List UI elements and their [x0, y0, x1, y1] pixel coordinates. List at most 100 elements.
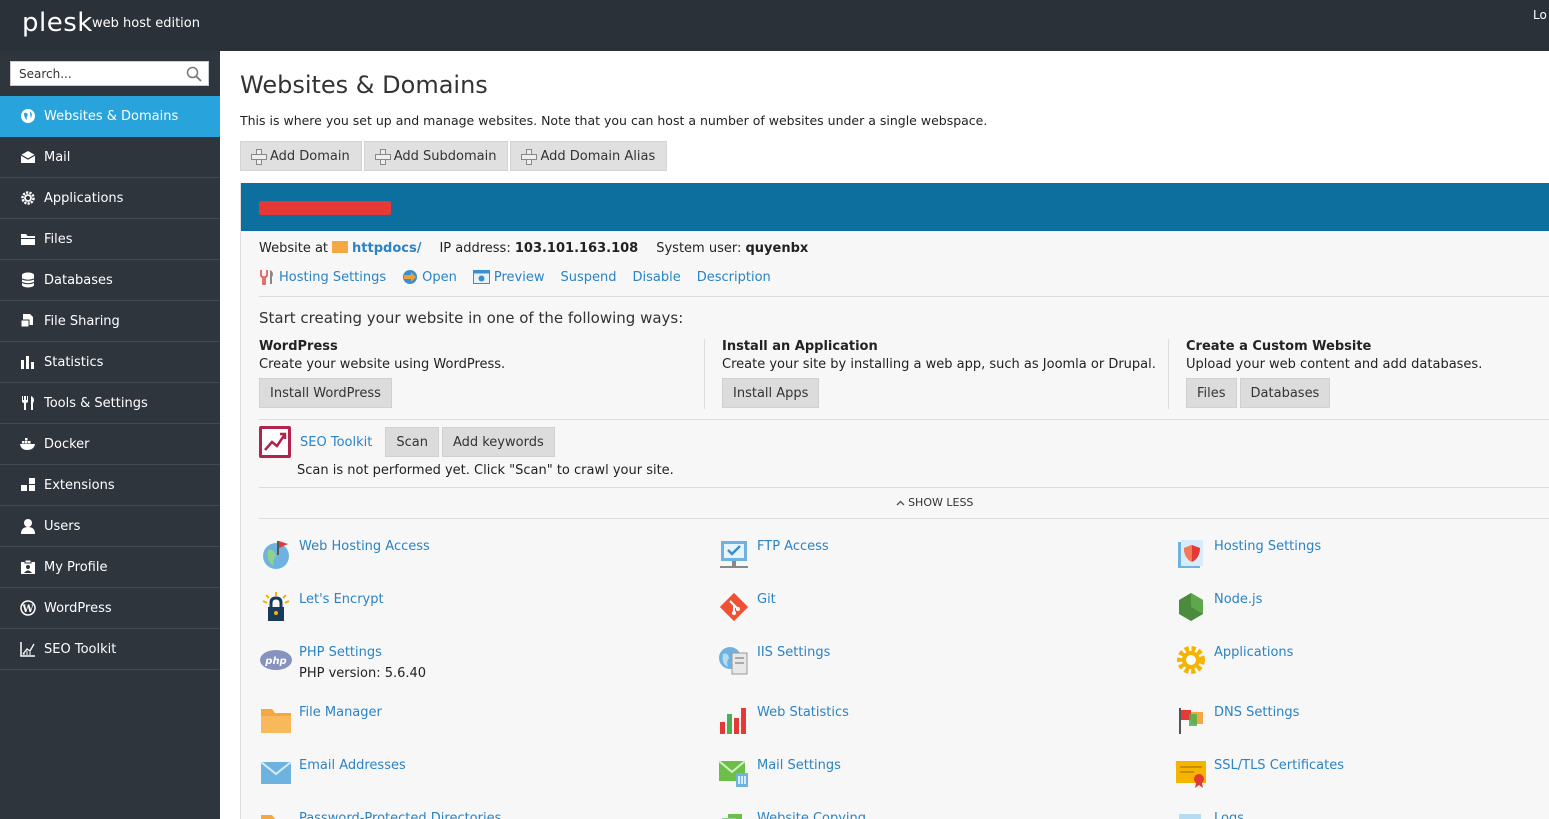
nodejs-tool[interactable]: Node.js: [1174, 590, 1262, 624]
logs-icon: [1174, 809, 1208, 819]
search-input[interactable]: [11, 62, 181, 85]
scan-button[interactable]: Scan: [385, 427, 439, 457]
logs-label: Logs: [1214, 811, 1244, 819]
sidebar-item-databases[interactable]: Databases: [0, 260, 220, 301]
toolbar: Add Domain Add Subdomain Add Domain Alia…: [240, 141, 668, 171]
wrench-icon: [259, 269, 275, 285]
sidebar-item-label: Websites & Domains: [44, 108, 179, 124]
user-icon: [19, 518, 37, 534]
folder-icon: [332, 241, 349, 253]
sidebar-item-file-sharing[interactable]: File Sharing: [0, 301, 220, 342]
applications-tool[interactable]: Applications: [1174, 643, 1293, 677]
sidebar-item-seo-toolkit[interactable]: SEO Toolkit: [0, 629, 220, 670]
web-hosting-access-tool[interactable]: Web Hosting Access: [259, 537, 430, 571]
seo-status-note: Scan is not performed yet. Click "Scan" …: [297, 463, 674, 478]
add-domain-alias-button[interactable]: Add Domain Alias: [510, 141, 668, 171]
ftp-access-label: FTP Access: [757, 539, 829, 554]
plesk-logo[interactable]: plesk: [22, 8, 93, 38]
logs-tool[interactable]: Logs: [1174, 809, 1244, 819]
extensions-icon: [19, 477, 37, 493]
files-button[interactable]: Files: [1186, 378, 1237, 408]
sidebar-item-tools-settings[interactable]: Tools & Settings: [0, 383, 220, 424]
file-manager-tool[interactable]: File Manager: [259, 703, 382, 737]
mail-settings-tool[interactable]: Mail Settings: [717, 756, 841, 790]
divider: [259, 419, 1549, 420]
databases-button[interactable]: Databases: [1239, 378, 1331, 408]
sidebar-item-wordpress[interactable]: W WordPress: [0, 588, 220, 629]
description-link[interactable]: Description: [697, 269, 771, 285]
wordpress-icon: W: [19, 600, 37, 616]
disable-link[interactable]: Disable: [633, 269, 681, 285]
sidebar-item-label: Docker: [44, 436, 90, 452]
ftp-access-icon: [717, 537, 751, 571]
chevron-up-icon: [896, 496, 905, 509]
search-box: [10, 61, 209, 86]
install-wordpress-button[interactable]: Install WordPress: [259, 378, 392, 408]
add-subdomain-button[interactable]: Add Subdomain: [363, 141, 509, 171]
sidebar-item-users[interactable]: Users: [0, 506, 220, 547]
email-addresses-tool[interactable]: Email Addresses: [259, 756, 406, 790]
hosting-settings-link[interactable]: Hosting Settings: [259, 269, 386, 285]
seo-chart-icon: [19, 641, 37, 657]
page-title: Websites & Domains: [240, 71, 488, 99]
docroot-link[interactable]: httpdocs/: [352, 241, 421, 256]
svg-text:W: W: [21, 604, 34, 615]
sidebar-item-applications[interactable]: Applications: [0, 178, 220, 219]
ftp-access-tool[interactable]: FTP Access: [717, 537, 829, 571]
add-domain-label: Add Domain: [270, 148, 350, 164]
search-icon[interactable]: [186, 66, 202, 86]
folder-icon: [19, 231, 37, 247]
ssl-tls-tool[interactable]: SSL/TLS Certificates: [1174, 756, 1344, 790]
sidebar-item-files[interactable]: Files: [0, 219, 220, 260]
logout-link[interactable]: Lo: [1533, 8, 1549, 22]
open-link[interactable]: Open: [402, 269, 457, 285]
sidebar-item-label: Databases: [44, 272, 113, 288]
preview-link[interactable]: Preview: [472, 269, 545, 285]
php-version-text: PHP version: 5.6.40: [299, 666, 427, 681]
sidebar-item-mail[interactable]: Mail: [0, 137, 220, 178]
password-protected-directories-tool[interactable]: Password-Protected Directories: [259, 809, 501, 819]
column-divider: [704, 339, 705, 409]
sidebar-item-statistics[interactable]: Statistics: [0, 342, 220, 383]
svg-text:php: php: [264, 656, 286, 667]
redacted-domain-name[interactable]: [259, 201, 391, 215]
web-hosting-access-label: Web Hosting Access: [299, 539, 430, 554]
php-icon: php: [259, 643, 293, 677]
sidebar-item-my-profile[interactable]: My Profile: [0, 547, 220, 588]
divider: [259, 487, 1549, 488]
sidebar-item-websites-domains[interactable]: Websites & Domains: [0, 96, 220, 137]
suspend-link[interactable]: Suspend: [561, 269, 617, 285]
install-apps-button[interactable]: Install Apps: [722, 378, 820, 408]
database-icon: [19, 272, 37, 288]
add-domain-button[interactable]: Add Domain: [240, 141, 362, 171]
start-creating-title: Start creating your website in one of th…: [259, 309, 684, 327]
column-divider: [1168, 339, 1169, 409]
sidebar-item-docker[interactable]: Docker: [0, 424, 220, 465]
system-user-label: System user:: [656, 241, 742, 256]
email-envelope-icon: [259, 756, 293, 790]
sidebar-nav: Websites & Domains Mail Applications Fil…: [0, 96, 220, 670]
show-less-toggle[interactable]: SHOW LESS: [241, 496, 1549, 509]
wordpress-desc: Create your website using WordPress.: [259, 357, 506, 372]
lets-encrypt-tool[interactable]: Let's Encrypt: [259, 590, 384, 624]
website-copying-icon: [717, 809, 751, 819]
git-tool[interactable]: Git: [717, 590, 776, 624]
password-folder-icon: [259, 809, 293, 819]
iis-settings-tool[interactable]: IIS Settings: [717, 643, 830, 677]
iis-settings-icon: [717, 643, 751, 677]
sidebar-item-extensions[interactable]: Extensions: [0, 465, 220, 506]
web-statistics-tool[interactable]: Web Statistics: [717, 703, 849, 737]
seo-toolkit-link[interactable]: SEO Toolkit: [300, 435, 372, 450]
website-copying-tool[interactable]: Website Copying: [717, 809, 866, 819]
sidebar-item-label: My Profile: [44, 559, 108, 575]
file-manager-folder-icon: [259, 703, 293, 737]
applications-gear-icon: [1174, 643, 1208, 677]
hosting-settings-tool[interactable]: Hosting Settings: [1174, 537, 1321, 571]
sidebar-item-label: Users: [44, 518, 81, 534]
dns-settings-tool[interactable]: DNS Settings: [1174, 703, 1299, 737]
mail-settings-label: Mail Settings: [757, 758, 841, 773]
add-keywords-button[interactable]: Add keywords: [441, 427, 555, 457]
sidebar-item-label: SEO Toolkit: [44, 641, 117, 657]
website-copying-label: Website Copying: [757, 811, 867, 819]
php-settings-tool[interactable]: php PHP Settings PHP version: 5.6.40: [259, 643, 426, 681]
